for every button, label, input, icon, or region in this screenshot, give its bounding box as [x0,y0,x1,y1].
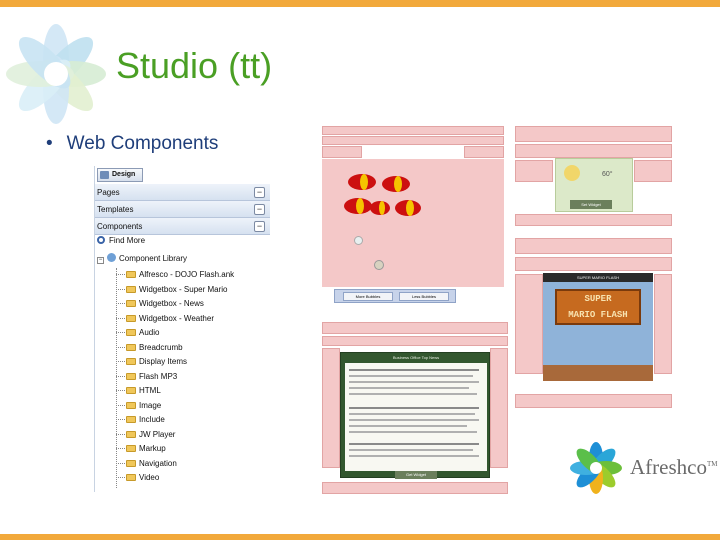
tree-item[interactable]: Markup [116,442,166,456]
tree-item[interactable]: Display Items [116,355,187,369]
collapse-icon[interactable]: − [254,204,265,215]
bullet-text: Web Components [66,133,219,154]
placeholder-right [464,146,504,158]
placeholder-bar [515,144,672,158]
component-library-node[interactable]: − Component Library [97,253,187,264]
placeholder-bar [322,336,508,346]
afreshco-wordmark: AfreshcoTM [630,455,718,479]
weather-temp: 60° [602,171,613,178]
thumbnail-bubbles: More Bubbles Less Bubbles [322,126,504,308]
placeholder-left [515,160,553,182]
folder-icon [126,459,136,467]
design-icon [100,171,109,179]
top-rule [0,0,720,7]
bullet-item: • Web Components [46,133,218,155]
section-pages[interactable]: Pages − [95,184,270,201]
tree-item[interactable]: JW Player [116,428,175,442]
folder-icon [126,329,136,336]
tree-item[interactable]: Audio [116,326,159,340]
globe-icon [107,253,116,262]
mario-logo: SUPER MARIO FLASH [555,289,641,325]
folder-icon [126,445,136,452]
collapse-icon[interactable]: − [254,187,265,198]
placeholder-footer [515,394,672,408]
find-more-link[interactable]: Find More [97,236,145,245]
placeholder-right [634,160,672,182]
mario-banner: SUPER MARIO FLASH [543,273,653,282]
news-header: Business Office Top News [392,355,440,360]
placeholder-footer [515,214,672,226]
folder-icon [126,372,136,380]
placeholder-bar [322,136,504,145]
tree-item[interactable]: Alfresco - DOJO Flash.ank [116,268,234,282]
component-tree-panel: Design Pages − Templates − Components − Fin… [94,166,270,492]
folder-icon [126,401,136,409]
search-icon [97,236,105,244]
fish-graphic [344,174,421,216]
weather-widget: 60° Set Widget [555,158,633,212]
tree-item[interactable]: Navigation [116,457,177,471]
tree-item[interactable]: Widgetbox - News [116,297,204,311]
tree-item[interactable]: Widgetbox - Weather [116,312,214,326]
placeholder-bar [515,257,672,271]
folder-icon [126,474,136,481]
bullet-dot: • [46,133,53,154]
bubble-button-bar: More Bubbles Less Bubbles [334,289,456,303]
afreshco-flower-logo [6,24,106,124]
bubble-icon [354,236,363,245]
placeholder-header [322,126,504,135]
placeholder-right [490,348,508,468]
section-components[interactable]: Components − [95,218,270,235]
mario-game[interactable]: SUPER MARIO FLASH SUPER MARIO FLASH [543,273,653,381]
thumbnail-weather: 60° Set Widget [515,126,672,226]
tree-item[interactable]: Include [116,413,165,427]
trademark: TM [706,460,718,468]
folder-icon [126,314,136,322]
bottom-rule [0,534,720,540]
folder-icon [126,358,136,365]
placeholder-left [322,348,340,468]
tree-item[interactable]: Video [116,471,159,485]
more-bubbles-button[interactable]: More Bubbles [343,292,393,301]
folder-icon [126,343,136,351]
afreshco-logo-icon [570,442,622,494]
sun-icon [564,165,580,181]
design-button[interactable]: Design [97,168,143,182]
news-widget: Business Office Top News Get Widget [340,352,490,479]
mario-ground [543,365,653,381]
less-bubbles-button[interactable]: Less Bubbles [399,292,449,301]
placeholder-right [654,274,672,374]
tree-item[interactable]: Image [116,399,161,413]
placeholder-header [322,322,508,334]
news-content [345,363,487,471]
folder-icon [126,416,136,423]
tree-item[interactable]: HTML [116,384,161,398]
placeholder-footer [322,482,508,494]
tree-item[interactable]: Breadcrumb [116,341,183,355]
news-get-widget-button[interactable]: Get Widget [395,471,437,479]
expand-icon[interactable]: − [97,257,104,264]
bubble-icon [374,260,384,270]
slide-title: Studio (tt) [116,45,273,86]
placeholder-left [515,274,543,374]
placeholder-left [322,146,362,158]
section-templates[interactable]: Templates − [95,201,270,218]
folder-icon [126,387,136,394]
thumbnail-news: Business Office Top News Get Widget [322,322,508,494]
collapse-icon[interactable]: − [254,221,265,232]
weather-set-widget-button[interactable]: Set Widget [570,200,612,209]
folder-icon [126,430,136,438]
tree-item[interactable]: Flash MP3 [116,370,177,384]
folder-icon [126,271,136,278]
tree-item[interactable]: Widgetbox - Super Mario [116,283,227,297]
folder-icon [126,285,136,293]
folder-icon [126,300,136,307]
placeholder-header [515,238,672,254]
placeholder-header [515,126,672,142]
thumbnail-mario: SUPER MARIO FLASH SUPER MARIO FLASH [515,238,672,408]
